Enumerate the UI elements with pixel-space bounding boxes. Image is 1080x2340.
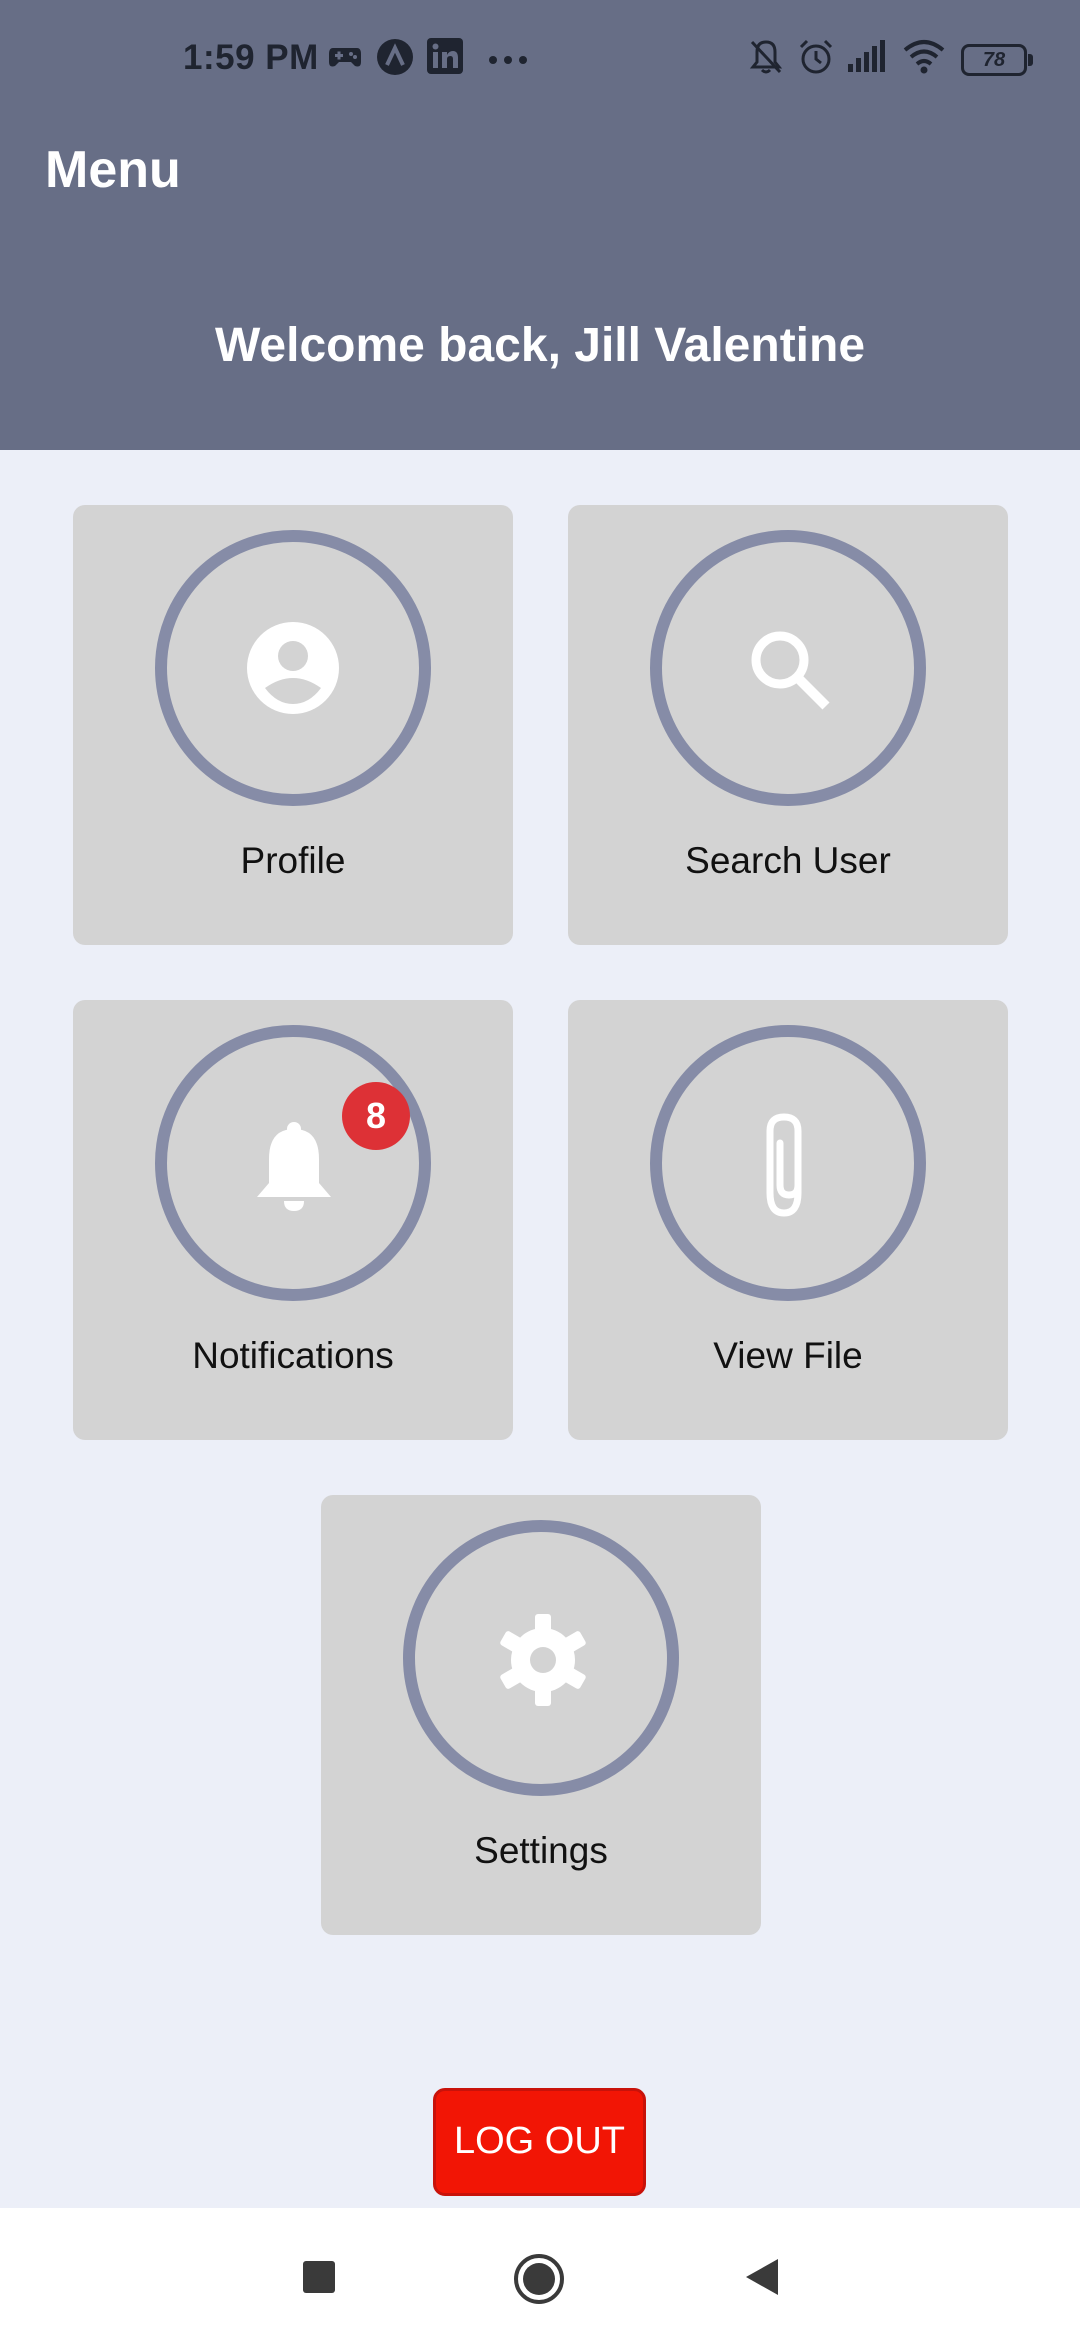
alarm-icon: [797, 38, 835, 81]
view-file-tile[interactable]: View File: [568, 1000, 1008, 1440]
signal-icon: [846, 38, 888, 79]
navigation-bar: [0, 2208, 1080, 2340]
search-user-icon-ring: [650, 530, 926, 806]
search-user-label: Search User: [685, 840, 891, 881]
screen: 1:59 PM 78 Menu Welcome back, Jill Valen…: [0, 0, 1080, 2340]
notifications-label: Notifications: [192, 1335, 394, 1376]
page-title: Menu: [45, 141, 181, 199]
paperclip-icon: [766, 1113, 802, 1217]
status-clock: 1:59 PM: [183, 38, 319, 77]
back-triangle-icon[interactable]: [744, 2257, 780, 2302]
arc-app-icon: [376, 38, 414, 81]
search-user-tile[interactable]: Search User: [568, 505, 1008, 945]
settings-tile[interactable]: Settings: [321, 1495, 761, 1935]
recents-square-icon[interactable]: [302, 2260, 336, 2299]
view-file-label: View File: [713, 1335, 863, 1376]
settings-label: Settings: [474, 1830, 608, 1871]
profile-icon-ring: [155, 530, 431, 806]
profile-tile[interactable]: Profile: [73, 505, 513, 945]
notification-count-badge: 8: [342, 1082, 410, 1150]
header: 1:59 PM 78 Menu Welcome back, Jill Valen…: [0, 0, 1080, 450]
linkedin-icon: [427, 38, 463, 79]
profile-label: Profile: [240, 840, 346, 881]
account-circle-icon: [247, 622, 339, 714]
gear-icon: [500, 1614, 586, 1706]
bell-muted-icon: [748, 38, 784, 81]
game-controller-icon: [327, 38, 363, 79]
logout-button[interactable]: LOG OUT: [433, 2088, 646, 2196]
wifi-icon: [903, 38, 945, 79]
notifications-tile[interactable]: 8 Notifications: [73, 1000, 513, 1440]
settings-icon-ring: [403, 1520, 679, 1796]
view-file-icon-ring: [650, 1025, 926, 1301]
bell-icon: [257, 1122, 331, 1211]
more-dots-icon: [488, 52, 528, 70]
welcome-message: Welcome back, Jill Valentine: [214, 319, 866, 372]
status-bar: 1:59 PM 78: [0, 0, 1080, 120]
battery-indicator: 78: [961, 44, 1033, 76]
home-circle-icon[interactable]: [513, 2253, 565, 2310]
notifications-icon-ring: 8: [155, 1025, 431, 1301]
search-icon: [751, 631, 830, 710]
